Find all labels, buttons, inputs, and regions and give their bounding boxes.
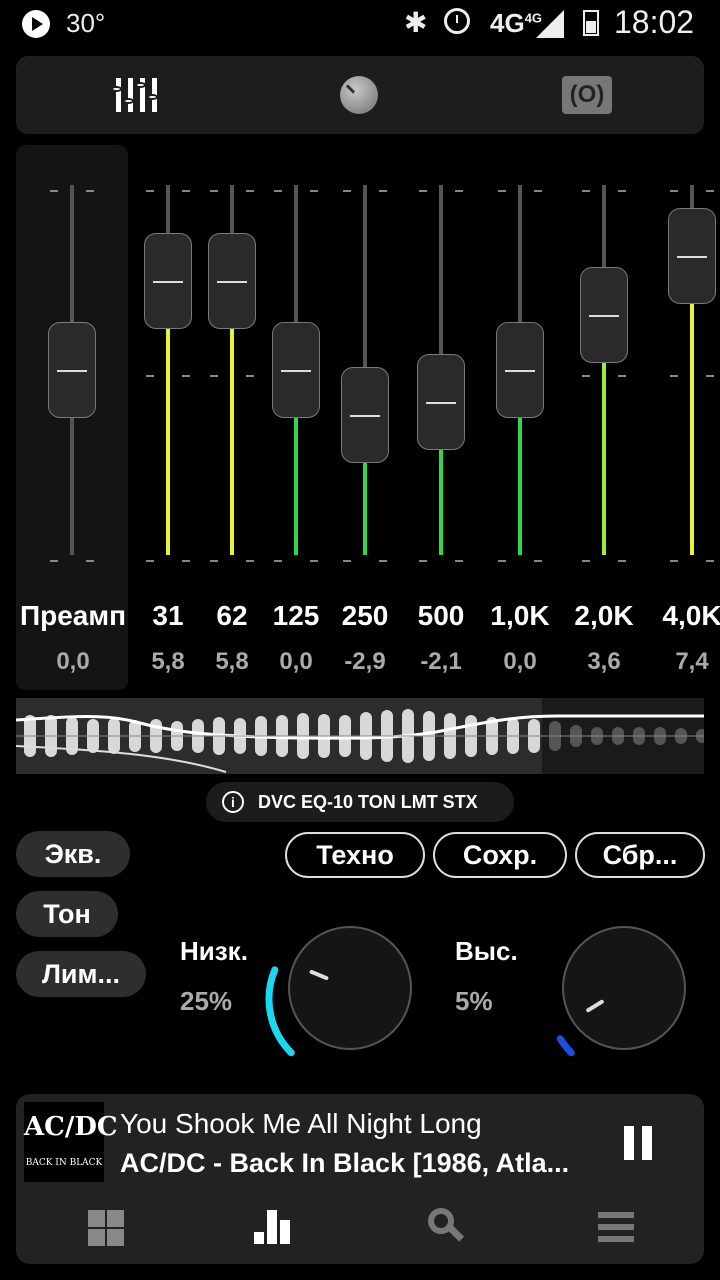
status-bar: 30° ✱ 4G4G 18:02: [0, 0, 720, 50]
slider-thumb[interactable]: [417, 354, 465, 451]
album-cover-subtitle: BACK IN BLACK: [25, 1158, 103, 1168]
limiter-tab[interactable]: (O): [558, 56, 658, 134]
alarm-icon: [444, 8, 470, 34]
top-tab-bar: (O): [16, 56, 704, 134]
tone-tab[interactable]: [324, 56, 424, 134]
treble-label: Выс.: [455, 936, 518, 966]
bluetooth-icon: ✱: [404, 7, 428, 38]
menu-icon[interactable]: [586, 1198, 646, 1258]
slider-thumb[interactable]: [48, 322, 96, 418]
scale-tick: [210, 560, 218, 562]
temperature: 30°: [66, 8, 106, 38]
preamp-slider[interactable]: [42, 185, 102, 555]
band-frequency-label: 500: [417, 600, 465, 631]
preset-info-tag[interactable]: i DVC EQ-10 TON LMT STX: [206, 782, 514, 822]
equalizer-tab[interactable]: [108, 56, 208, 134]
bass-value: 25%: [180, 986, 233, 1016]
band-frequency-label: 4,0K: [662, 600, 720, 631]
network-type: 4G4G: [490, 8, 543, 38]
play-status-icon: [22, 10, 50, 38]
band-slider-4,0K[interactable]: [662, 185, 720, 555]
scale-tick: [618, 560, 626, 562]
album-cover-logo: AC/DC: [24, 1112, 118, 1142]
slider-thumb[interactable]: [496, 322, 544, 418]
eq-curve: [16, 714, 704, 773]
scale-tick: [310, 560, 318, 562]
scale-tick: [670, 560, 678, 562]
bass-knob[interactable]: [288, 926, 412, 1050]
limiter-icon: (O): [562, 76, 612, 114]
slider-thumb[interactable]: [144, 232, 192, 329]
signal-icon: [536, 10, 564, 38]
band-gain-value: 0,0: [503, 648, 537, 675]
preamp-value: 0,0: [56, 648, 90, 675]
scale-tick: [379, 560, 387, 562]
pause-button[interactable]: [624, 1126, 654, 1160]
treble-knob[interactable]: [562, 926, 686, 1050]
scale-tick: [498, 560, 506, 562]
scale-tick: [182, 560, 190, 562]
scale-tick: [146, 560, 154, 562]
slider-thumb[interactable]: [272, 322, 320, 418]
library-grid-icon[interactable]: [76, 1198, 136, 1258]
bass-label: Низк.: [180, 936, 248, 966]
slider-thumb[interactable]: [341, 366, 389, 463]
band-gain-value: 3,6: [587, 648, 621, 675]
band-frequency-label: 1,0K: [490, 600, 550, 631]
preset-info-text: DVC EQ-10 TON LMT STX: [258, 792, 478, 812]
preamp-label: Преамп: [20, 600, 126, 631]
band-gain-value: 7,4: [675, 648, 709, 675]
band-slider-125[interactable]: [266, 185, 326, 555]
scale-tick: [706, 560, 714, 562]
band-slider-500[interactable]: [411, 185, 471, 555]
clock: 18:02: [614, 4, 695, 40]
mini-player[interactable]: AC/DC BACK IN BLACK You Shook Me All Nig…: [16, 1094, 704, 1264]
preset-button[interactable]: Техно: [285, 832, 425, 878]
save-preset-button[interactable]: Сохр.: [433, 832, 567, 878]
band-slider-1,0K[interactable]: [490, 185, 550, 555]
equalizer-bars-icon[interactable]: [246, 1198, 306, 1258]
limiter-toggle-button[interactable]: Лим...: [16, 951, 146, 997]
info-icon: i: [222, 791, 244, 813]
scale-tick: [534, 560, 542, 562]
scale-tick: [582, 560, 590, 562]
track-title: You Shook Me All Night Long: [120, 1108, 482, 1139]
band-frequency-label: 2,0K: [574, 600, 634, 631]
band-slider-250[interactable]: [335, 185, 395, 555]
scale-tick: [246, 560, 254, 562]
bass-knob-indicator: [308, 969, 329, 981]
treble-knob-indicator: [585, 998, 605, 1013]
band-gain-value: -2,1: [420, 648, 462, 675]
scale-tick: [455, 560, 463, 562]
scale-tick: [50, 560, 58, 562]
tone-knob-icon: [340, 76, 378, 114]
spectrum-visualizer: [16, 698, 704, 774]
eq-toggle-button[interactable]: Экв.: [16, 831, 130, 877]
band-slider-62[interactable]: [202, 185, 262, 555]
scale-tick: [419, 560, 427, 562]
search-icon[interactable]: [416, 1198, 476, 1258]
band-slider-31[interactable]: [138, 185, 198, 555]
scale-tick: [86, 560, 94, 562]
reset-button[interactable]: Сбр...: [575, 832, 705, 878]
scale-tick: [274, 560, 282, 562]
battery-icon: [583, 10, 599, 36]
tone-toggle-button[interactable]: Тон: [16, 891, 118, 937]
slider-thumb[interactable]: [580, 266, 628, 363]
slider-thumb[interactable]: [668, 207, 716, 304]
track-artist-album: AC/DC - Back In Black [1986, Atla...: [120, 1148, 570, 1178]
treble-value: 5%: [455, 986, 493, 1016]
slider-thumb[interactable]: [208, 232, 256, 329]
band-slider-2,0K[interactable]: [574, 185, 634, 555]
album-cover[interactable]: AC/DC BACK IN BLACK: [24, 1102, 118, 1182]
scale-tick: [343, 560, 351, 562]
